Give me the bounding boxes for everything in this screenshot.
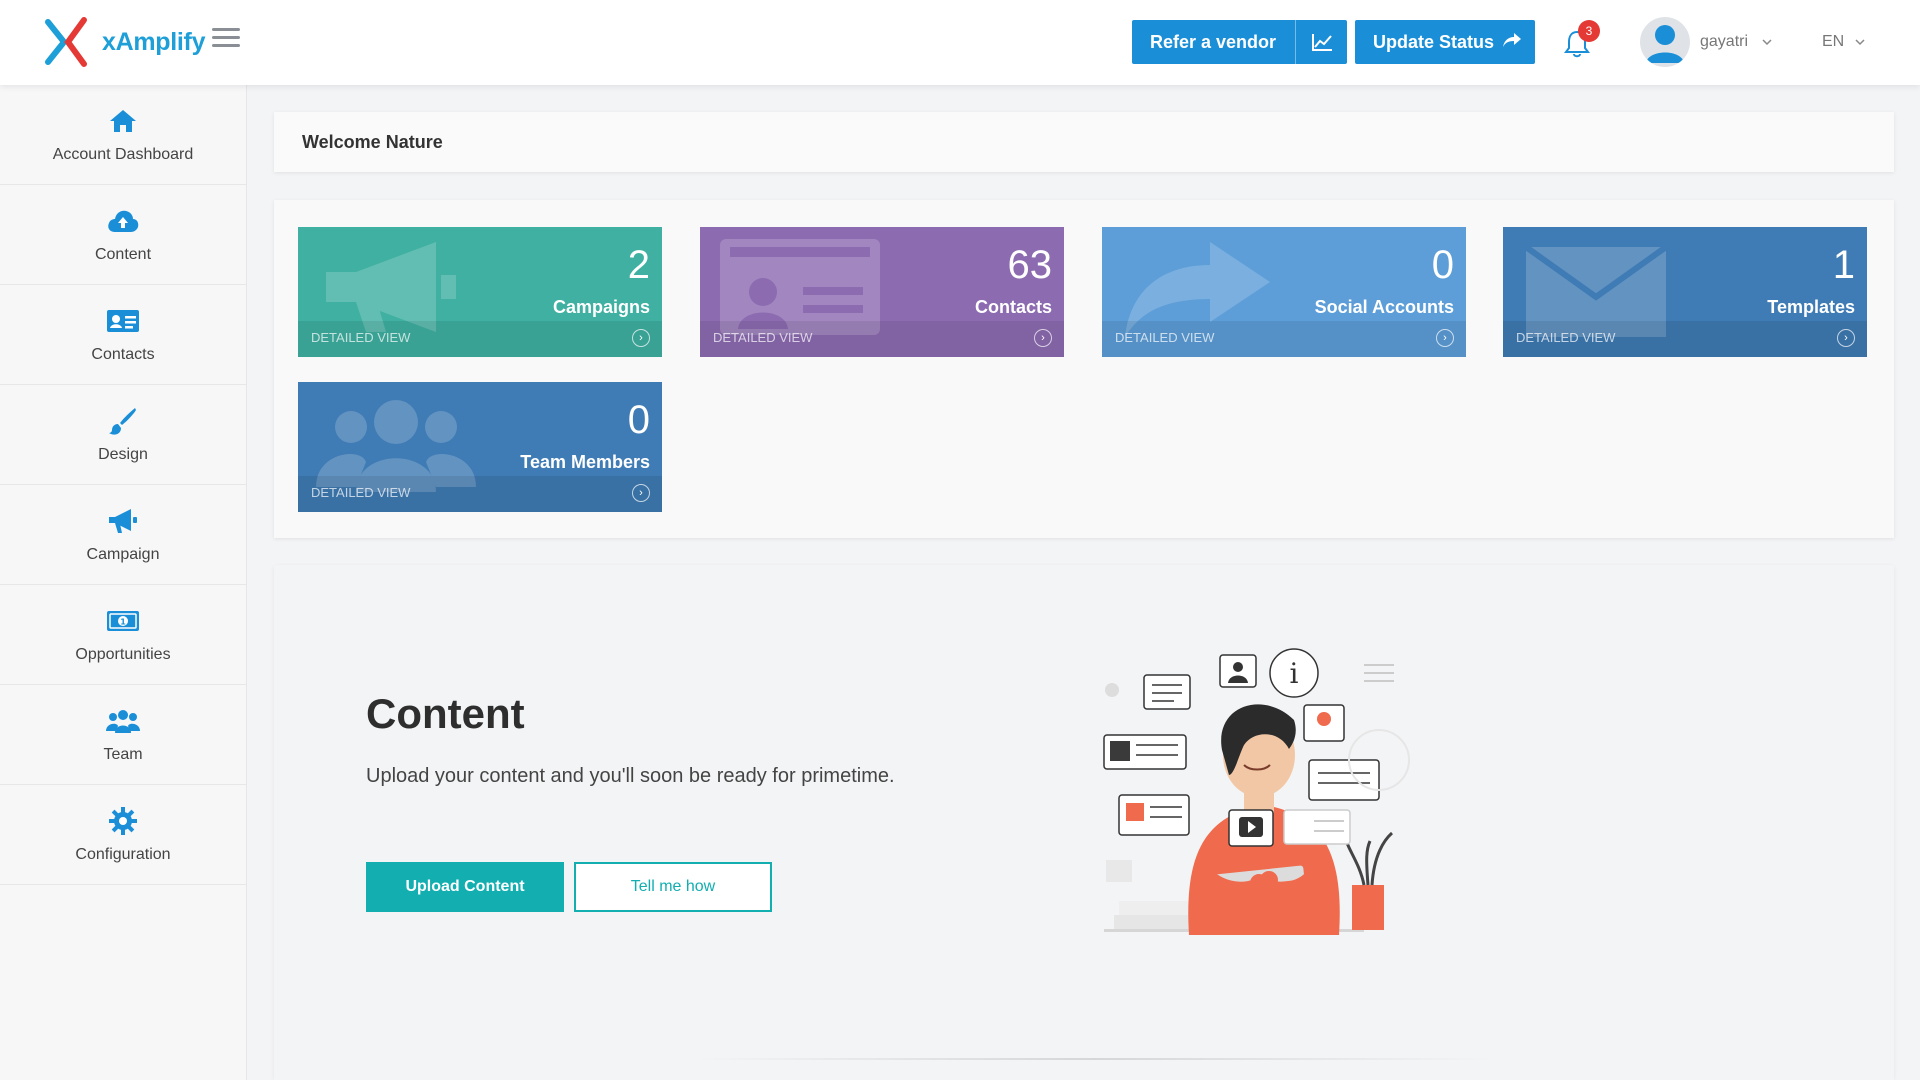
detailed-view-link[interactable]: DETAILED VIEW [713,330,812,345]
content-description: Upload your content and you'll soon be r… [366,765,895,787]
svg-text:i: i [1290,657,1299,690]
sidebar-item-design[interactable]: Design [0,385,246,485]
cloud-upload-icon [106,206,140,236]
sidebar-item-team[interactable]: Team [0,685,246,785]
sidebar-item-opportunities[interactable]: 1 Opportunities [0,585,246,685]
section-divider [694,1058,1494,1060]
chevron-down-icon[interactable] [1762,37,1772,47]
top-bar: xAmplify Refer a vendor Update Status 3 … [0,0,1920,85]
card-label: Campaigns [552,297,650,317]
sidebar-item-content[interactable]: Content [0,185,246,285]
detailed-view-link[interactable]: DETAILED VIEW [1516,330,1615,345]
update-status-button[interactable]: Update Status [1355,20,1535,64]
card-footer[interactable]: DETAILED VIEW › [1102,321,1466,357]
logo-text: xAmplify [102,27,206,56]
arrow-circle-right-icon[interactable]: › [632,329,650,347]
detailed-view-link[interactable]: DETAILED VIEW [311,330,410,345]
campaigns-card[interactable]: 2 Campaigns DETAILED VIEW › [298,227,662,357]
card-value: 0 [627,398,650,442]
logo[interactable]: xAmplify [44,14,205,70]
language-selector[interactable]: EN [1822,33,1844,51]
card-footer[interactable]: DETAILED VIEW › [298,476,662,512]
card-value: 63 [1007,243,1053,287]
sidebar: Account Dashboard Content Contacts Desig… [0,85,247,1080]
upload-content-button[interactable]: Upload Content [366,862,564,912]
card-value: 2 [627,243,650,287]
contact-card-icon [106,306,140,336]
home-icon [106,106,140,136]
detailed-view-link[interactable]: DETAILED VIEW [1115,330,1214,345]
sidebar-item-campaign[interactable]: Campaign [0,485,246,585]
arrow-circle-right-icon[interactable]: › [1034,329,1052,347]
detailed-view-link[interactable]: DETAILED VIEW [311,485,410,500]
logo-mark-icon [45,17,87,67]
card-label: Templates [1767,297,1855,317]
contacts-card[interactable]: 63 Contacts DETAILED VIEW › [700,227,1064,357]
user-avatar-icon [1646,25,1684,63]
sidebar-item-label: Team [103,745,143,763]
sidebar-item-label: Design [98,445,148,463]
card-value: 1 [1832,243,1855,287]
sidebar-item-label: Content [94,245,152,263]
card-footer[interactable]: DETAILED VIEW › [298,321,662,357]
avatar[interactable] [1640,17,1690,67]
refer-vendor-button[interactable]: Refer a vendor [1132,20,1347,64]
sidebar-item-contacts[interactable]: Contacts [0,285,246,385]
chart-line-icon [1295,20,1347,64]
gear-icon [106,806,140,836]
sidebar-item-label: Account Dashboard [52,145,194,163]
content-illustration: i [1103,648,1410,935]
welcome-banner: Welcome Nature [274,112,1894,172]
notification-badge: 3 [1578,20,1600,42]
templates-card[interactable]: 1 Templates DETAILED VIEW › [1503,227,1867,357]
username[interactable]: gayatri [1700,33,1748,51]
social-accounts-card[interactable]: 0 Social Accounts DETAILED VIEW › [1102,227,1466,357]
card-label: Social Accounts [1314,297,1454,317]
sidebar-item-configuration[interactable]: Configuration [0,785,246,885]
arrow-circle-right-icon[interactable]: › [1436,329,1454,347]
paint-brush-icon [106,406,140,436]
megaphone-icon [106,506,140,536]
card-label: Team Members [520,452,650,472]
sidebar-item-label: Campaign [86,545,160,563]
svg-text:1: 1 [120,617,126,626]
arrow-circle-right-icon[interactable]: › [632,484,650,502]
arrow-circle-right-icon[interactable]: › [1837,329,1855,347]
sidebar-item-label: Contacts [91,345,155,363]
tell-me-how-button[interactable]: Tell me how [574,862,772,912]
update-status-label: Update Status [1373,31,1495,52]
chevron-down-icon[interactable] [1855,37,1865,47]
stats-panel: 2 Campaigns DETAILED VIEW › 63 Contacts … [274,200,1894,538]
card-value: 0 [1431,243,1454,287]
sidebar-item-account-dashboard[interactable]: Account Dashboard [0,85,246,185]
content-section: Content Upload your content and you'll s… [274,565,1894,1080]
money-icon: 1 [106,606,140,636]
sidebar-item-label: Configuration [75,845,171,863]
refer-vendor-label: Refer a vendor [1150,31,1277,52]
card-footer[interactable]: DETAILED VIEW › [1503,321,1867,357]
share-arrow-icon [1502,32,1522,53]
sidebar-item-label: Opportunities [75,645,171,663]
team-members-card[interactable]: 0 Team Members DETAILED VIEW › [298,382,662,512]
content-title: Content [366,690,525,737]
menu-toggle-icon[interactable] [212,28,240,50]
card-label: Contacts [974,297,1052,317]
users-icon [106,706,140,736]
card-footer[interactable]: DETAILED VIEW › [700,321,1064,357]
welcome-text: Welcome Nature [302,131,443,152]
